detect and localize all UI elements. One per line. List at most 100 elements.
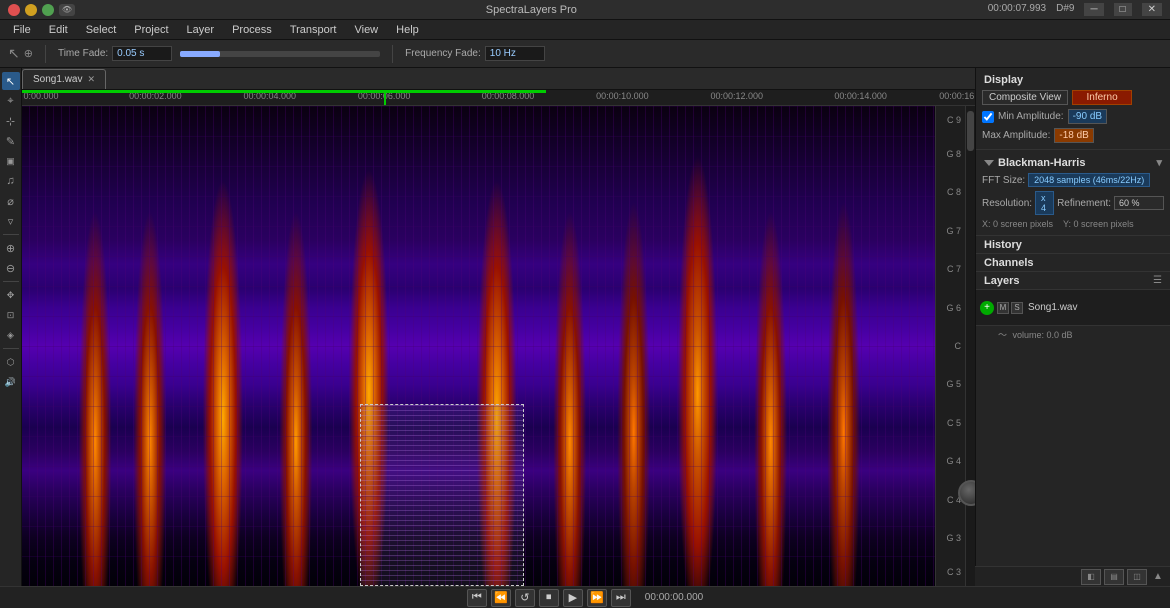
magic-tool-btn[interactable]: ⊹ (2, 112, 20, 130)
rotate-tool-btn[interactable]: ⬡ (2, 353, 20, 371)
ruler-tool-btn[interactable]: ⊡ (2, 306, 20, 324)
history-section[interactable]: History (976, 236, 1170, 254)
menu-help[interactable]: Help (388, 22, 427, 38)
freq-fade-value[interactable]: 10 Hz (485, 46, 545, 61)
speaker-btn[interactable]: 🔊 (2, 373, 20, 391)
layer-m-btn[interactable]: M (997, 302, 1009, 314)
right-panel: Display Composite View Inferno Min Ampli… (975, 68, 1170, 586)
menu-file[interactable]: File (5, 22, 39, 38)
min-amp-label: Min Amplitude: (998, 111, 1064, 122)
panel-icon-1[interactable]: ◧ (1081, 569, 1101, 585)
current-note: D#9 (1056, 3, 1074, 16)
display-mode-row: Composite View Inferno (976, 88, 1170, 107)
freq-tool-btn[interactable]: ♫ (2, 172, 20, 190)
lasso-tool-btn[interactable]: ⌖ (2, 92, 20, 110)
time-fade-label: Time Fade: (58, 48, 108, 59)
spectrogram-container: Song1.wav ✕ 0:00.000 00:00:02.000 00:00:… (22, 68, 975, 586)
win-minimize-btn[interactable]: ─ (1084, 3, 1103, 16)
tab-bar: Song1.wav ✕ (22, 68, 975, 90)
channels-section[interactable]: Channels (976, 254, 1170, 272)
time-label-6: 00:00:12.000 (710, 91, 763, 101)
coord-y: Y: 0 screen pixels (1063, 219, 1134, 229)
panel-bottom-icons: ◧ ▤ ◫ ▲ (975, 566, 1170, 586)
fft-value-btn[interactable]: 2048 samples (46ms/22Hz) (1028, 173, 1150, 187)
transport-play-btn[interactable]: ▶ (563, 589, 583, 607)
select-tool-btn[interactable]: ↖ (2, 72, 20, 90)
spectrogram-view[interactable] (22, 106, 935, 586)
freq-label-g7: G 7 (946, 226, 961, 236)
toolbar-divider-1 (45, 45, 46, 63)
refinement-value[interactable]: 60 % (1114, 196, 1164, 210)
tab-song1[interactable]: Song1.wav ✕ (22, 69, 106, 89)
layer-item[interactable]: + M S Song1.wav (976, 290, 1170, 326)
smear-tool-btn[interactable]: ▿ (2, 212, 20, 230)
win-close-btn[interactable]: ✕ (1142, 3, 1162, 16)
layers-title: Layers (984, 275, 1019, 287)
freq-label-c3: C 3 (947, 567, 961, 577)
layers-menu-icon[interactable]: ☰ (1153, 275, 1162, 286)
pitch-tool-btn[interactable]: ◈ (2, 326, 20, 344)
time-fade-value[interactable]: 0.05 s (112, 46, 172, 61)
menu-view[interactable]: View (346, 22, 386, 38)
transport-end-btn[interactable]: ⏭ (611, 589, 631, 607)
zoom-out-btn[interactable]: ⊖ (2, 259, 20, 277)
menu-layer[interactable]: Layer (179, 22, 223, 38)
transport-beginning-btn[interactable]: ⏮ (467, 589, 487, 607)
menu-project[interactable]: Project (126, 22, 176, 38)
tool-divider (3, 234, 19, 235)
vertical-scrollbar[interactable] (965, 106, 975, 586)
freq-label-g8: G 8 (946, 149, 961, 159)
draw-tool-btn[interactable]: ✎ (2, 132, 20, 150)
tab-close-btn[interactable]: ✕ (87, 74, 95, 85)
crosshair-tool-icon[interactable]: ⊕ (24, 47, 33, 60)
layer-add-btn[interactable]: + (980, 301, 994, 315)
min-amp-value[interactable]: -90 dB (1068, 109, 1107, 124)
inferno-btn[interactable]: Inferno (1072, 90, 1132, 105)
time-fade-slider[interactable] (180, 51, 220, 57)
composite-view-btn[interactable]: Composite View (982, 90, 1068, 105)
time-label-5: 00:00:10.000 (596, 91, 649, 101)
max-amp-value[interactable]: -18 dB (1054, 128, 1093, 143)
menu-transport[interactable]: Transport (282, 22, 345, 38)
menu-process[interactable]: Process (224, 22, 280, 38)
display-title[interactable]: Display (976, 72, 1170, 88)
resolution-value[interactable]: x 4 (1035, 191, 1054, 215)
panel-icon-2[interactable]: ▤ (1104, 569, 1124, 585)
fft-row: FFT Size: 2048 samples (46ms/22Hz) (976, 171, 1170, 189)
transport-forward-btn[interactable]: ⏩ (587, 589, 607, 607)
refinement-label: Refinement: (1057, 198, 1111, 209)
cursor-tool-icon[interactable]: ↖ (8, 45, 20, 62)
panel-icon-3[interactable]: ◫ (1127, 569, 1147, 585)
transport-bar: ⏮ ⏪ ↺ ⏹ ▶ ⏩ ⏭ 00:00:00.000 (0, 586, 1170, 608)
close-window-btn[interactable] (8, 4, 20, 16)
amplitude-checkbox[interactable] (982, 111, 994, 123)
menu-edit[interactable]: Edit (41, 22, 76, 38)
win-maximize-btn[interactable]: □ (1114, 3, 1132, 16)
toolbar-freq-fade: Frequency Fade: 10 Hz (405, 46, 545, 61)
window-title[interactable]: Blackman-Harris ▾ (976, 154, 1170, 171)
vscroll-thumb[interactable] (967, 111, 974, 151)
layer-s-btn[interactable]: S (1011, 302, 1023, 314)
eraser-tool-btn[interactable]: ▣ (2, 152, 20, 170)
stamp-tool-btn[interactable]: ⌀ (2, 192, 20, 210)
transport-loop-btn[interactable]: ↺ (515, 589, 535, 607)
freq-label-c9: C 9 (947, 115, 961, 125)
layers-header[interactable]: Layers ☰ (976, 272, 1170, 290)
zoom-in-btn[interactable]: ⊕ (2, 239, 20, 257)
menu-select[interactable]: Select (78, 22, 125, 38)
transport-rewind-btn[interactable]: ⏪ (491, 589, 511, 607)
channels-title: Channels (984, 257, 1034, 269)
freq-label-c5: C 5 (947, 418, 961, 428)
window-dropdown-icon[interactable]: ▾ (1156, 156, 1162, 169)
amplitude-row: Min Amplitude: -90 dB Max Amplitude: -18… (976, 107, 1170, 145)
panel-expand-icon[interactable]: ▲ (1150, 569, 1166, 585)
main-area: ↖ ⌖ ⊹ ✎ ▣ ♫ ⌀ ▿ ⊕ ⊖ ✥ ⊡ ◈ ⬡ 🔊 Song1.wav … (0, 68, 1170, 586)
freq-label-g6: G 6 (946, 303, 961, 313)
toolbar-timeline-bar (180, 51, 380, 57)
pan-tool-btn[interactable]: ✥ (2, 286, 20, 304)
minimize-window-btn[interactable] (25, 4, 37, 16)
eye-icon: 👁 (59, 4, 75, 16)
transport-stop-btn[interactable]: ⏹ (539, 589, 559, 607)
maximize-window-btn[interactable] (42, 4, 54, 16)
toolbar-time-fade: Time Fade: 0.05 s (58, 46, 172, 61)
